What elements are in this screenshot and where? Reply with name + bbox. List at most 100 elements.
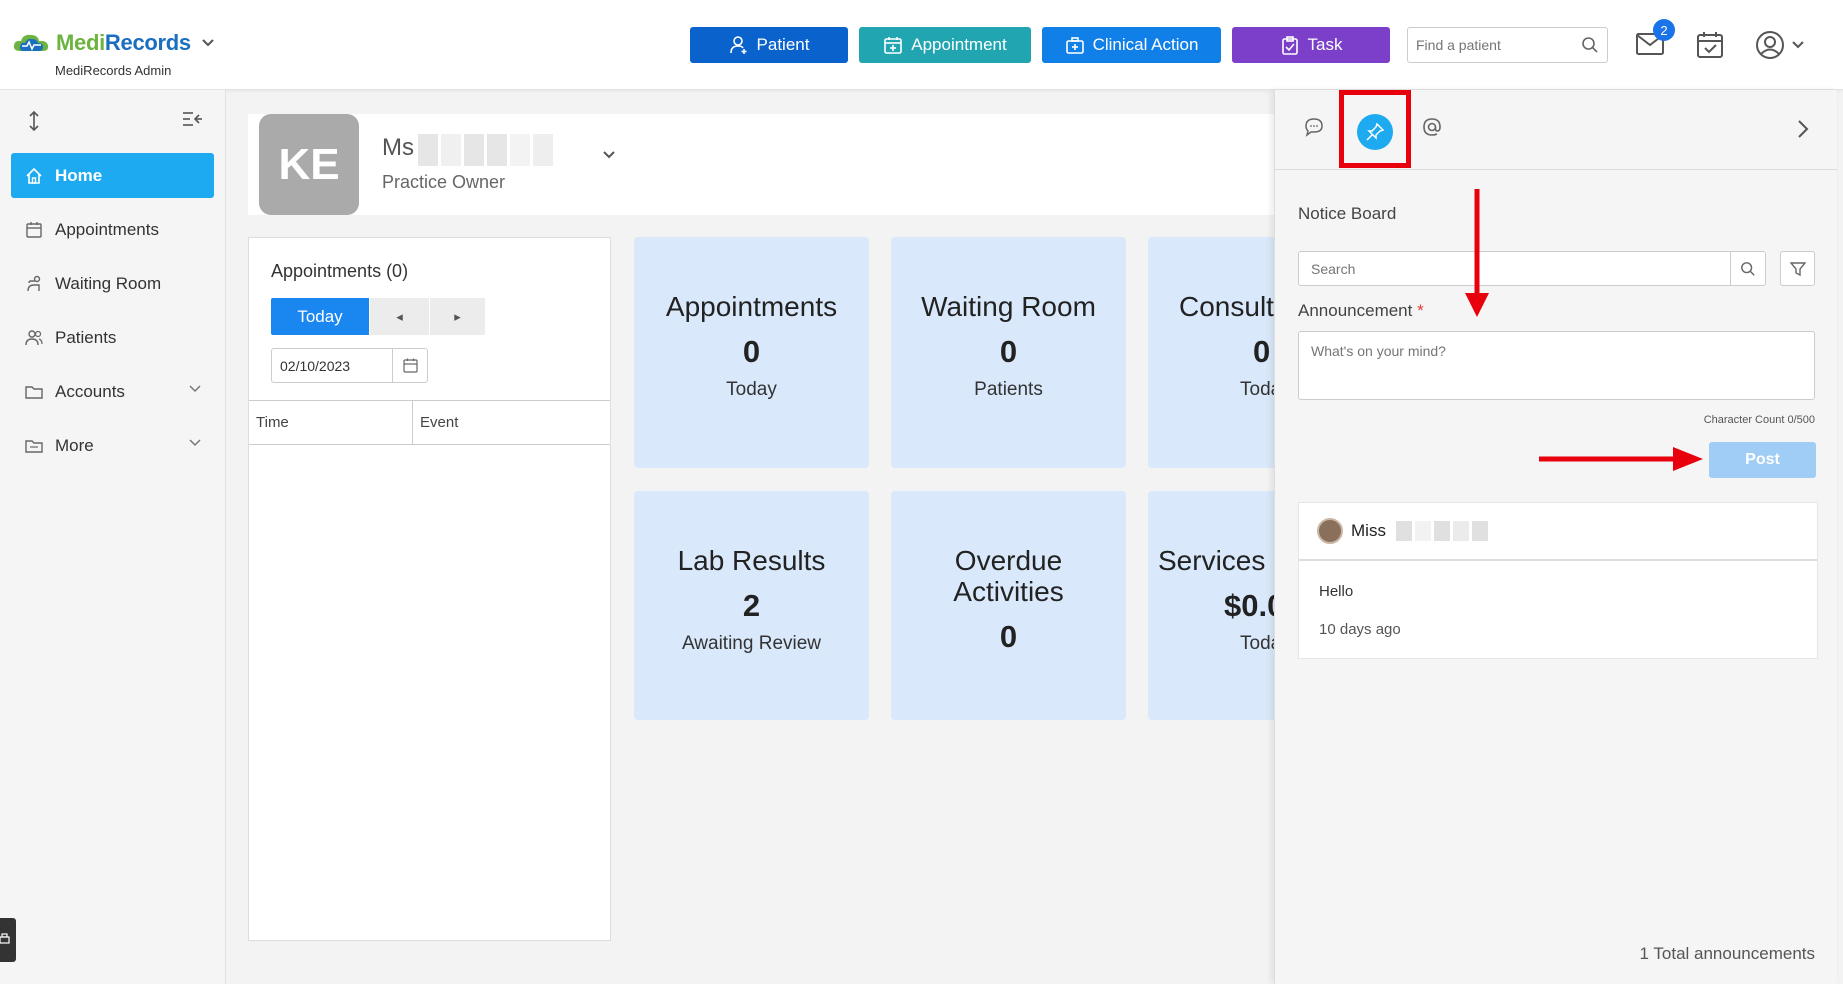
medical-kit-icon [1065,37,1084,54]
new-task-button[interactable]: Task [1232,27,1390,63]
redacted-name [418,134,553,166]
card-value: 0 [999,619,1018,654]
sidebar-item-label: More [55,435,94,455]
prev-day-button[interactable]: ◂ [370,298,429,335]
card-title: Appointments [665,291,838,322]
sidebar-item-label: Home [55,165,103,185]
card-value: 0 [999,334,1018,369]
sidebar-item-home[interactable]: Home [11,153,214,198]
annotation-highlight-box [1339,90,1411,168]
dock-tab[interactable] [0,918,16,962]
announcement-author: Miss [1351,521,1386,540]
card-subtitle: Awaiting Review [681,633,822,654]
sidebar-item-label: Waiting Room [55,273,162,293]
sidebar-item-waiting-room[interactable]: Waiting Room [11,261,214,306]
new-patient-label: Patient [756,35,810,54]
chevron-right-icon[interactable] [1796,118,1810,140]
card-title: Waiting Room [921,291,1096,322]
card-value: $0.0 [1224,588,1278,623]
user-avatar-icon [1756,31,1784,59]
app-header: MediRecords MediRecords Admin Patient Ap… [0,0,1843,90]
filter-icon [1789,261,1806,276]
announcement-time: 10 days ago [1319,621,1401,638]
appointments-panel: Appointments (0) Today ◂ ▸ Time Event [248,237,611,941]
notice-board-panel: Notice Board Announcement * Character Co… [1274,90,1838,984]
character-count: Character Count 0/500 [1703,414,1815,426]
mail-badge: 2 [1653,19,1675,41]
card-appointments[interactable]: Appointments 0 Today [634,237,869,468]
card-title: Lab Results [677,545,826,576]
filter-button[interactable] [1780,251,1815,286]
chat-icon[interactable] [1303,116,1325,138]
date-input[interactable] [272,349,390,382]
clipboard-icon [1281,36,1298,55]
card-waiting-room[interactable]: Waiting Room 0 Patients [891,237,1126,468]
mention-icon[interactable] [1421,116,1443,138]
notice-board-title: Notice Board [1298,204,1397,223]
column-header-event[interactable]: Event [413,401,458,444]
card-title: Consult [1179,291,1274,322]
sidebar-item-patients[interactable]: Patients [11,315,214,360]
card-title: Overdue Activities [953,545,1064,607]
clinical-action-label: Clinical Action [1092,35,1199,54]
new-appointment-label: Appointment [911,35,1007,54]
waiting-room-icon [27,275,41,291]
collapse-sidebar-icon[interactable] [181,110,203,128]
profile-header: KE Ms Practice Owner [248,114,1278,215]
chevron-down-icon[interactable] [201,38,215,48]
sidebar-item-accounts[interactable]: Accounts [11,369,214,414]
add-user-icon [729,36,747,54]
sidebar-item-label: Patients [55,327,117,347]
total-announcements: 1 Total announcements [1639,944,1815,963]
brand-name: MediRecords [56,30,191,55]
calendar-check-icon[interactable] [1695,30,1725,60]
profile-role: Practice Owner [382,172,506,192]
brand-logo[interactable]: MediRecords [12,30,215,56]
new-patient-button[interactable]: Patient [690,27,848,63]
card-consults[interactable]: Consult 0 Toda [1148,237,1278,468]
chevron-down-icon [189,439,201,447]
sidebar: Home Appointments Waiting Room Patients … [0,90,226,984]
column-header-time[interactable]: Time [249,401,413,444]
folder-icon [25,439,43,453]
card-lab-results[interactable]: Lab Results 2 Awaiting Review [634,491,869,720]
home-icon [26,167,42,184]
sidebar-item-more[interactable]: More [11,423,214,468]
clinical-action-button[interactable]: Clinical Action [1042,27,1221,63]
new-task-label: Task [1307,35,1343,54]
resize-vertical-icon[interactable] [26,110,42,132]
announcement-card: Miss Hello 10 days ago [1298,502,1818,659]
redacted-name [1395,521,1488,541]
card-overdue-activities[interactable]: Overdue Activities 0 [891,491,1126,720]
card-subtitle: Patients [974,379,1043,400]
annotation-arrow-right [1539,447,1703,471]
avatar [1317,518,1343,544]
folder-icon [25,385,43,399]
announcement-textarea[interactable] [1299,332,1814,399]
new-appointment-button[interactable]: Appointment [859,27,1031,63]
calendar-icon [402,358,418,373]
notice-search-input[interactable] [1299,252,1719,285]
chevron-down-icon[interactable] [602,150,616,160]
card-title: Services I [1158,545,1278,576]
card-value: 0 [1253,334,1271,369]
panel-tabs [1275,90,1838,170]
avatar[interactable]: KE [259,114,359,215]
search-icon[interactable] [1581,36,1599,54]
print-icon [0,933,10,944]
patient-search-input[interactable] [1408,28,1568,62]
search-icon [1741,261,1755,276]
notice-search-button[interactable] [1730,252,1765,285]
date-picker [271,348,428,383]
post-button[interactable]: Post [1709,442,1816,478]
user-menu[interactable] [1755,30,1805,60]
sidebar-item-appointments[interactable]: Appointments [11,207,214,252]
date-picker-button[interactable] [392,349,427,382]
card-services[interactable]: Services I $0.0 Toda [1148,491,1278,720]
annotation-arrow-down [1465,189,1489,317]
patients-icon [25,329,43,345]
sidebar-item-label: Appointments [55,219,159,239]
today-button[interactable]: Today [271,298,369,335]
notice-search [1298,251,1766,286]
next-day-button[interactable]: ▸ [430,298,485,335]
